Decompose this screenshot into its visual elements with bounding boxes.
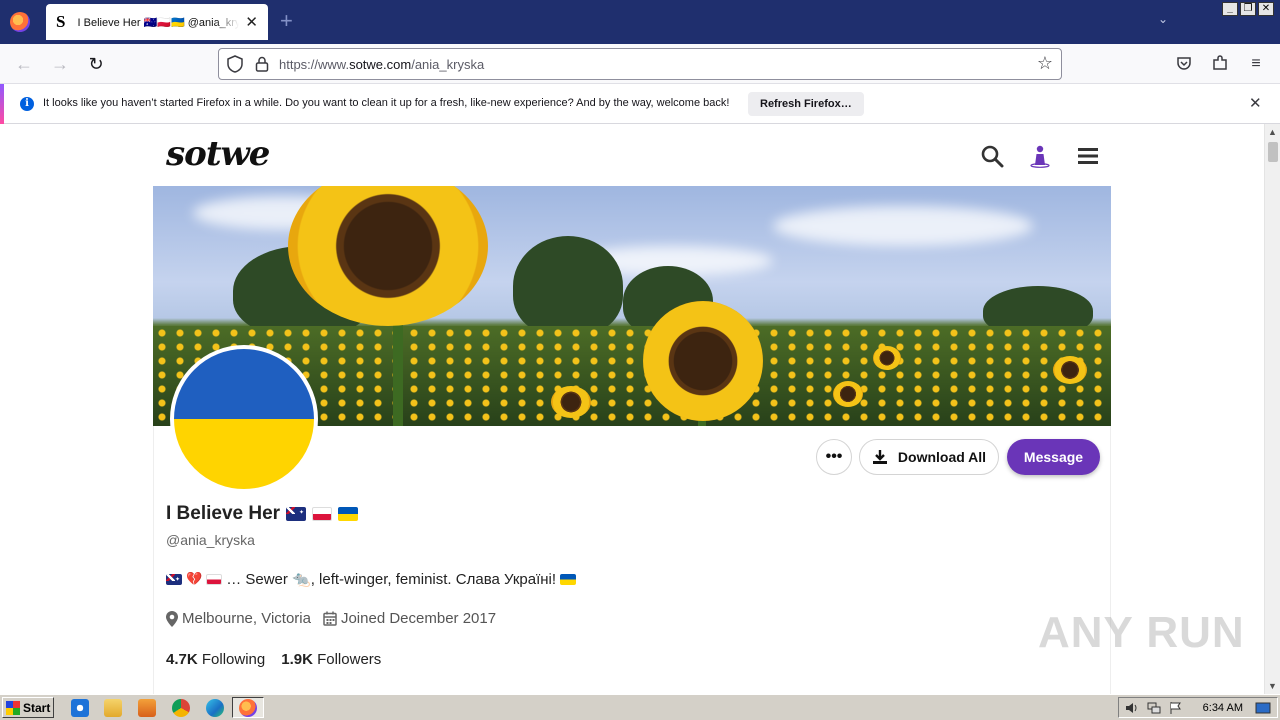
download-all-label: Download All — [897, 449, 987, 465]
info-icon: i — [20, 97, 34, 111]
ukraine-flag-icon — [338, 507, 359, 521]
profile-meta: Melbourne, Victoria Joined December 2017 — [166, 610, 508, 627]
lock-icon[interactable] — [255, 56, 269, 72]
joined-item: Joined December 2017 — [323, 610, 496, 627]
firefox-icon — [239, 699, 257, 717]
tab-title: I Believe Her 🇦🇺🇵🇱🇺🇦 @ania_kryska — [77, 16, 240, 29]
scroll-down-arrow-icon[interactable]: ▼ — [1268, 681, 1277, 691]
volume-icon[interactable] — [1125, 701, 1139, 715]
browser-tab-active[interactable]: S I Believe Her 🇦🇺🇵🇱🇺🇦 @ania_kryska ✕ — [46, 4, 268, 40]
profile-handle: @ania_kryska — [166, 532, 255, 548]
url-bar[interactable]: https://www.sotwe.com/ania_kryska ☆ — [218, 48, 1062, 80]
start-label: Start — [23, 700, 51, 715]
search-icon[interactable] — [980, 144, 1004, 168]
file-explorer-icon[interactable] — [104, 699, 122, 717]
site-header: sotwe — [153, 124, 1111, 186]
tab-close-icon[interactable]: ✕ — [245, 13, 258, 31]
poland-flag-icon — [312, 507, 333, 521]
url-prefix: https://www. — [279, 57, 350, 72]
firefox-taskbar-button[interactable] — [232, 697, 264, 718]
map-pin-icon — [166, 610, 178, 627]
hamburger-menu-icon[interactable] — [1076, 144, 1100, 168]
bookmark-star-icon[interactable]: ☆ — [1037, 53, 1053, 74]
download-icon — [872, 450, 887, 464]
windows-taskbar: Start 6:34 AM — [0, 694, 1280, 720]
forward-arrow-icon[interactable]: → — [48, 52, 72, 76]
system-tray: 6:34 AM — [1118, 697, 1278, 718]
scroll-up-arrow-icon[interactable]: ▲ — [1268, 127, 1277, 137]
calendar-icon — [323, 611, 337, 626]
poland-flag-icon — [206, 573, 223, 585]
refresh-firefox-notice: i It looks like you haven’t started Fire… — [0, 84, 1280, 124]
broken-heart-icon: 💔 — [186, 571, 203, 586]
window-controls: _ ❐ ✕ — [1222, 2, 1274, 16]
joined-text: Joined December 2017 — [340, 610, 497, 627]
profile-bio: 💔 … Sewer 🐀, left-winger, feminist. Слав… — [166, 570, 577, 588]
browser-titlebar: S I Believe Her 🇦🇺🇵🇱🇺🇦 @ania_kryska ✕ + … — [0, 0, 1280, 44]
extensions-puzzle-icon[interactable] — [1210, 54, 1230, 74]
tab-list-chevron-icon[interactable]: ⌄ — [1158, 12, 1168, 26]
following-count: 4.7K — [166, 651, 198, 668]
profile-info: ••• Download All Message I Believe Her @… — [153, 426, 1111, 694]
followers-label: Followers — [317, 651, 382, 668]
show-desktop-icon[interactable] — [1255, 701, 1271, 715]
close-window-button[interactable]: ✕ — [1258, 2, 1274, 16]
network-icon[interactable] — [1147, 701, 1161, 715]
pocket-icon[interactable] — [1174, 54, 1194, 74]
sotwe-logo[interactable]: sotwe — [166, 134, 270, 174]
minimize-button[interactable]: _ — [1222, 2, 1238, 16]
url-domain: sotwe.com — [349, 57, 412, 72]
start-button[interactable]: Start — [2, 697, 54, 718]
firefox-menu-icon[interactable] — [10, 12, 30, 32]
edge-icon[interactable] — [206, 699, 224, 717]
page-scrollbar[interactable]: ▲ ▼ — [1264, 124, 1280, 694]
url-path: /ania_kryska — [411, 57, 485, 72]
internet-explorer-icon[interactable] — [71, 699, 89, 717]
message-button[interactable]: Message — [1007, 439, 1100, 475]
new-tab-button[interactable]: + — [280, 10, 293, 32]
notice-close-icon[interactable]: ✕ — [1249, 94, 1262, 112]
location-item: Melbourne, Victoria — [166, 610, 311, 627]
action-center-flag-icon[interactable] — [1169, 701, 1183, 715]
following-link[interactable]: 4.7K Following — [166, 651, 265, 668]
profile-stats: 4.7K Following 1.9K Followers — [166, 651, 381, 668]
profile-name-text: I Believe Her — [166, 503, 281, 524]
url-text[interactable]: https://www.sotwe.com/ania_kryska — [279, 57, 484, 72]
followers-count: 1.9K — [281, 651, 313, 668]
bio-text: … Sewer 🐀, left-winger, feminist. Слава … — [226, 571, 557, 588]
windows-logo-icon — [6, 700, 20, 715]
more-options-button[interactable]: ••• — [816, 439, 852, 475]
tracking-shield-icon[interactable] — [227, 55, 243, 73]
notice-text: It looks like you haven’t started Firefo… — [43, 97, 730, 109]
chrome-icon[interactable] — [172, 699, 190, 717]
browser-navbar: ← → ↻ https://www.sotwe.com/ania_kryska … — [0, 44, 1280, 84]
download-all-button[interactable]: Download All — [859, 439, 999, 475]
ukraine-flag-icon — [560, 573, 577, 585]
australia-flag-icon — [286, 507, 307, 521]
scroll-thumb[interactable] — [1268, 142, 1278, 162]
user-account-icon[interactable] — [1028, 144, 1052, 168]
profile-display-name: I Believe Her — [166, 503, 359, 525]
taskbar-clock[interactable]: 6:34 AM — [1203, 702, 1243, 714]
back-arrow-icon[interactable]: ← — [12, 52, 36, 76]
location-text: Melbourne, Victoria — [182, 610, 311, 627]
followers-link[interactable]: 1.9K Followers — [281, 651, 381, 668]
notice-accent-bar — [0, 84, 4, 124]
refresh-firefox-button[interactable]: Refresh Firefox… — [748, 92, 864, 116]
reload-icon[interactable]: ↻ — [84, 52, 108, 76]
tab-favicon-icon: S — [56, 12, 66, 31]
following-label: Following — [201, 651, 266, 668]
app-menu-hamburger-icon[interactable]: ≡ — [1246, 54, 1266, 74]
anyrun-watermark: ANY RUN — [1038, 608, 1245, 657]
australia-flag-icon — [166, 573, 182, 585]
restore-button[interactable]: ❐ — [1240, 2, 1256, 16]
media-player-icon[interactable] — [138, 699, 156, 717]
